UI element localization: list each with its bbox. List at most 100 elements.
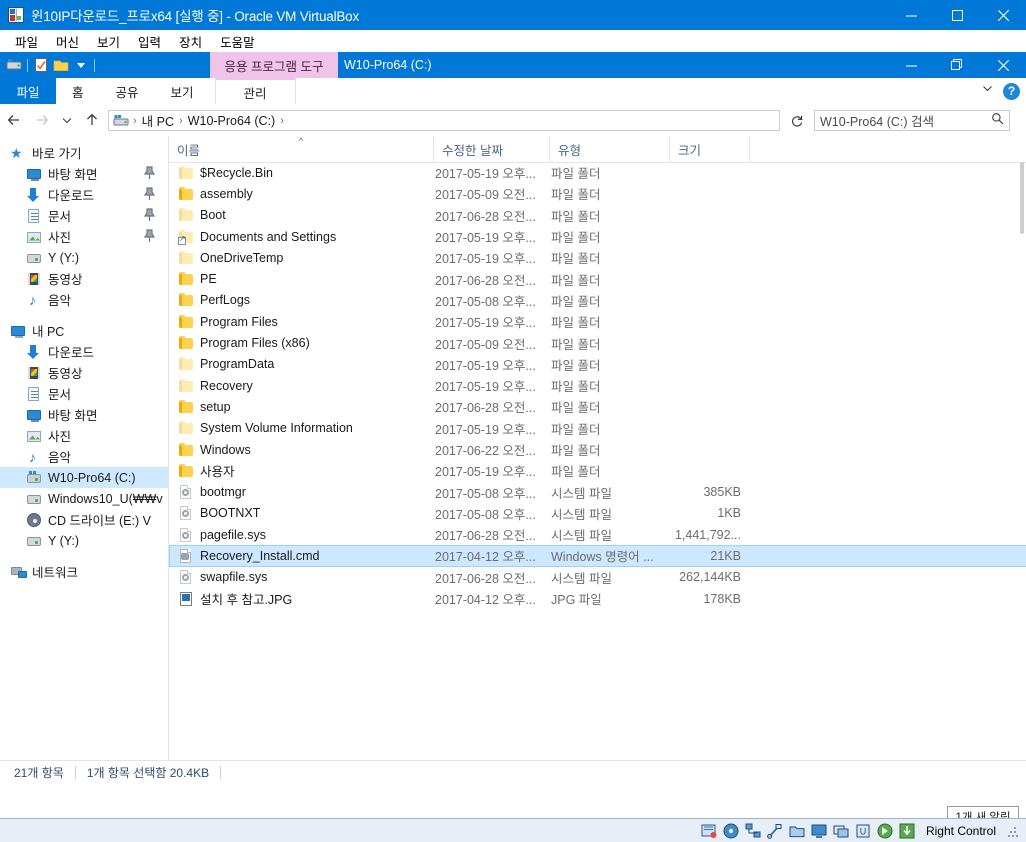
vertical-scrollbar[interactable] <box>1018 162 1026 760</box>
sidebar-item-music-pc[interactable]: ♪ 음악 <box>0 446 168 467</box>
mouse-integration-icon[interactable] <box>877 823 893 839</box>
nav-group-quick-access[interactable]: ★ 바로 가기 <box>0 142 168 163</box>
sidebar-item-videos-pc[interactable]: 동영상 <box>0 362 168 383</box>
menu-machine[interactable]: 머신 <box>47 30 88 53</box>
sidebar-item-downloads-pc[interactable]: 다운로드 <box>0 341 168 362</box>
sidebar-item-pictures[interactable]: 사진 <box>0 226 168 247</box>
file-list-pane: ^ 이름 수정한 날짜 유형 크기 $Recycle.Bin 2017-05-19… <box>168 136 1026 760</box>
hdd-icon[interactable] <box>4 55 24 75</box>
menu-help[interactable]: 도움말 <box>211 30 264 53</box>
sidebar-item-downloads[interactable]: 다운로드 <box>0 184 168 205</box>
table-row[interactable]: BOOTNXT 2017-05-08 오후... 시스템 파일 1KB <box>169 503 1026 524</box>
breadcrumb-drive-c[interactable]: W10-Pro64 (C:) <box>185 114 279 128</box>
sidebar-item-drive-c[interactable]: W10-Pro64 (C:) <box>0 467 168 488</box>
host-key-icon[interactable] <box>899 823 915 839</box>
sidebar-item-desktop-pc[interactable]: 바탕 화면 <box>0 404 168 425</box>
sidebar-item-drive-y-quick[interactable]: Y (Y:) <box>0 247 168 268</box>
recent-locations-icon[interactable] <box>56 104 78 136</box>
hard-disk-icon[interactable] <box>701 823 717 839</box>
table-row[interactable]: PE 2017-06-28 오전... 파일 폴더 <box>169 268 1026 289</box>
menu-devices[interactable]: 장치 <box>170 30 211 53</box>
sidebar-item-documents[interactable]: 문서 <box>0 205 168 226</box>
notification-tooltip: 1개 새 알림 <box>947 806 1019 818</box>
tab-view[interactable]: 보기 <box>155 78 210 104</box>
column-header-size[interactable]: 크기 <box>670 136 750 162</box>
network-icon[interactable] <box>745 823 761 839</box>
chevron-down-icon[interactable] <box>981 82 994 100</box>
table-row[interactable]: bootmgr 2017-05-08 오후... 시스템 파일 385KB <box>169 481 1026 502</box>
address-bar[interactable]: › 내 PC › W10-Pro64 (C:) › <box>108 110 780 131</box>
table-row[interactable]: swapfile.sys 2017-06-28 오전... 시스템 파일 262,14… <box>169 567 1026 588</box>
table-row[interactable]: setup 2017-06-28 오전... 파일 폴더 <box>169 396 1026 417</box>
tab-home[interactable]: 홈 <box>56 78 100 104</box>
remote-desktop-icon[interactable] <box>833 823 849 839</box>
maximize-icon[interactable] <box>934 0 980 30</box>
display-icon[interactable] <box>811 823 827 839</box>
table-row[interactable]: pagefile.sys 2017-06-28 오전... 시스템 파일 1,441,… <box>169 524 1026 545</box>
sidebar-item-desktop[interactable]: 바탕 화면 <box>0 163 168 184</box>
menu-file[interactable]: 파일 <box>6 30 47 53</box>
table-row[interactable]: Program Files 2017-05-19 오후... 파일 폴더 <box>169 311 1026 332</box>
table-row[interactable]: assembly 2017-05-09 오전... 파일 폴더 <box>169 183 1026 204</box>
properties-icon[interactable] <box>31 55 51 75</box>
folder-icon <box>178 335 194 351</box>
vm-settings-icon[interactable]: U <box>855 823 871 839</box>
system-file-icon <box>178 505 194 521</box>
sidebar-item-music-quick[interactable]: ♪ 음악 <box>0 289 168 310</box>
breadcrumb-this-pc[interactable]: 내 PC <box>139 111 177 130</box>
sidebar-item-documents-pc[interactable]: 문서 <box>0 383 168 404</box>
restore-icon[interactable] <box>934 52 980 78</box>
new-folder-icon[interactable] <box>51 55 71 75</box>
help-icon[interactable]: ? <box>1003 82 1020 100</box>
search-input[interactable]: W10-Pro64 (C:) 검색 <box>814 110 1010 131</box>
usb-icon[interactable] <box>767 823 783 839</box>
close-icon[interactable] <box>980 52 1026 78</box>
tab-file[interactable]: 파일 <box>0 78 56 104</box>
table-row[interactable]: $Recycle.Bin 2017-05-19 오후... 파일 폴더 <box>169 162 1026 183</box>
minimize-icon[interactable] <box>888 0 934 30</box>
table-row[interactable]: Recovery 2017-05-19 오후... 파일 폴더 <box>169 375 1026 396</box>
close-icon[interactable] <box>980 0 1026 30</box>
sidebar-item-windows10-u[interactable]: Windows10_U(₩₩v <box>0 488 168 509</box>
resize-grip[interactable] <box>1008 825 1018 837</box>
file-date-modified: 2017-06-28 오전... <box>435 529 536 544</box>
table-row[interactable]: Program Files (x86) 2017-05-09 오전... 파일 폴더 <box>169 332 1026 353</box>
minimize-icon[interactable] <box>888 52 934 78</box>
sidebar-item-drive-y[interactable]: Y (Y:) <box>0 530 168 551</box>
table-row[interactable]: 사용자 2017-05-19 오후... 파일 폴더 <box>169 460 1026 481</box>
column-header-type[interactable]: 유형 <box>550 136 670 162</box>
table-row[interactable]: Boot 2017-06-28 오전... 파일 폴더 <box>169 205 1026 226</box>
tab-manage[interactable]: 관리 <box>214 78 296 104</box>
sidebar-item-cd-drive-e[interactable]: CD 드라이브 (E:) V <box>0 509 168 530</box>
sidebar-item-videos-quick[interactable]: 동영상 <box>0 268 168 289</box>
column-header-date-modified[interactable]: 수정한 날짜 <box>434 136 550 162</box>
up-arrow-icon[interactable] <box>78 104 106 136</box>
menu-view[interactable]: 보기 <box>88 30 129 53</box>
table-row[interactable]: PerfLogs 2017-05-08 오후... 파일 폴더 <box>169 290 1026 311</box>
table-row[interactable]: Documents and Settings 2017-05-19 오후... 파일… <box>169 226 1026 247</box>
shared-folder-icon[interactable] <box>789 823 805 839</box>
table-row[interactable]: 설치 후 참고.JPG 2017-04-12 오후... JPG 파일 178KB <box>169 588 1026 609</box>
table-row[interactable]: Windows 2017-06-22 오전... 파일 폴더 <box>169 439 1026 460</box>
navigation-pane[interactable]: ★ 바로 가기 바탕 화면 다운로드 문서 사진 Y (Y:) 동영상 ♪ 음악… <box>0 136 168 760</box>
menu-input[interactable]: 입력 <box>129 30 170 53</box>
refresh-icon[interactable] <box>786 110 808 131</box>
nav-label: 바탕 화면 <box>48 409 98 423</box>
back-arrow-icon[interactable] <box>0 104 28 136</box>
table-row[interactable]: ProgramData 2017-05-19 오후... 파일 폴더 <box>169 354 1026 375</box>
column-header-name[interactable]: ^ 이름 <box>169 136 434 162</box>
videos-icon <box>26 365 42 381</box>
nav-group-this-pc[interactable]: 내 PC <box>0 320 168 341</box>
tab-share[interactable]: 공유 <box>100 78 155 104</box>
table-row[interactable]: Recovery_Install.cmd 2017-04-12 오후... Wind… <box>169 545 1026 567</box>
optical-disk-icon[interactable] <box>723 823 739 839</box>
sidebar-item-network[interactable]: 네트워크 <box>0 561 168 582</box>
file-date-modified: 2017-05-08 오후... <box>435 486 536 501</box>
customize-chevron-icon[interactable] <box>71 55 91 75</box>
scrollbar-thumb[interactable] <box>1020 162 1024 234</box>
table-row[interactable]: System Volume Information 2017-05-19 오후..… <box>169 418 1026 439</box>
table-row[interactable]: OneDriveTemp 2017-05-19 오후... 파일 폴더 <box>169 247 1026 268</box>
folder-icon <box>178 442 194 458</box>
ribbon-tabs: 파일 홈 공유 보기 관리 ? <box>0 78 1026 105</box>
sidebar-item-pictures-pc[interactable]: 사진 <box>0 425 168 446</box>
